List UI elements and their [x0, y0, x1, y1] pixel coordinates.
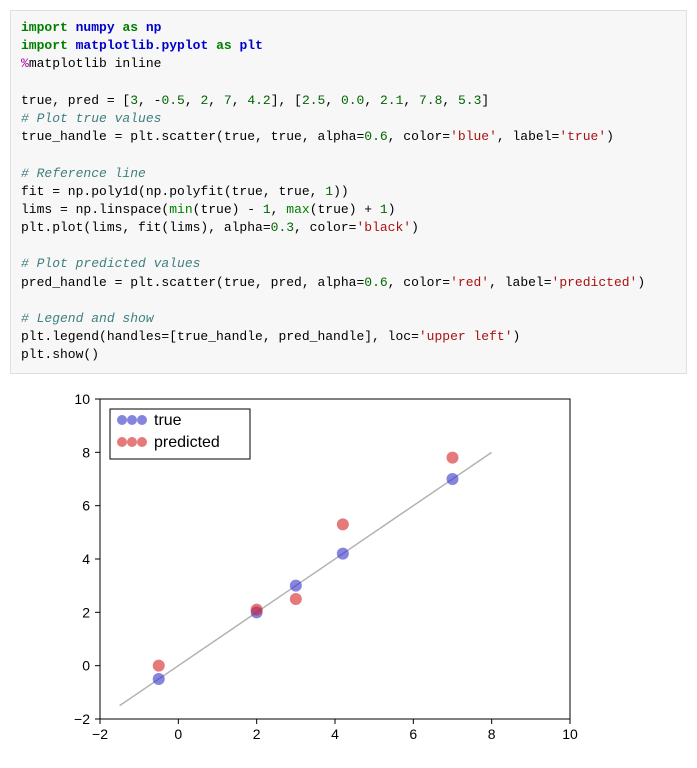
y-tick-label: 10: [74, 391, 90, 407]
x-tick-label: 2: [253, 726, 261, 742]
x-tick-label: 8: [488, 726, 496, 742]
legend-label: true: [154, 412, 182, 429]
legend-marker: [137, 415, 147, 425]
data-point-true: [447, 473, 459, 485]
legend-marker: [117, 415, 127, 425]
y-tick-label: −2: [74, 711, 90, 727]
data-point-true: [337, 547, 349, 559]
legend-marker: [117, 437, 127, 447]
legend-label: predicted: [154, 434, 220, 451]
legend-marker: [127, 415, 137, 425]
legend-marker: [137, 437, 147, 447]
x-tick-label: 0: [174, 726, 182, 742]
x-tick-label: 10: [562, 726, 578, 742]
data-point-true: [290, 579, 302, 591]
scatter-plot: −2 0 2 4 6 8 10 −2 0 2 4 6 8 10 true predicted: [50, 384, 590, 754]
y-tick-label: 8: [82, 444, 90, 460]
y-tick-label: 4: [82, 551, 90, 567]
x-tick-label: 6: [409, 726, 417, 742]
y-tick-label: 0: [82, 657, 90, 673]
chart-output: −2 0 2 4 6 8 10 −2 0 2 4 6 8 10 true predicted: [50, 384, 687, 758]
data-point-true: [153, 673, 165, 685]
y-tick-label: 2: [82, 604, 90, 620]
code-cell: import numpy as np import matplotlib.pyp…: [10, 10, 687, 374]
legend-marker: [127, 437, 137, 447]
data-point-predicted: [447, 451, 459, 463]
x-tick-label: −2: [92, 726, 108, 742]
y-tick-label: 6: [82, 497, 90, 513]
data-point-predicted: [290, 593, 302, 605]
data-point-predicted: [251, 603, 263, 615]
data-point-predicted: [337, 518, 349, 530]
reference-line: [120, 452, 492, 705]
data-point-predicted: [153, 659, 165, 671]
x-tick-label: 4: [331, 726, 339, 742]
